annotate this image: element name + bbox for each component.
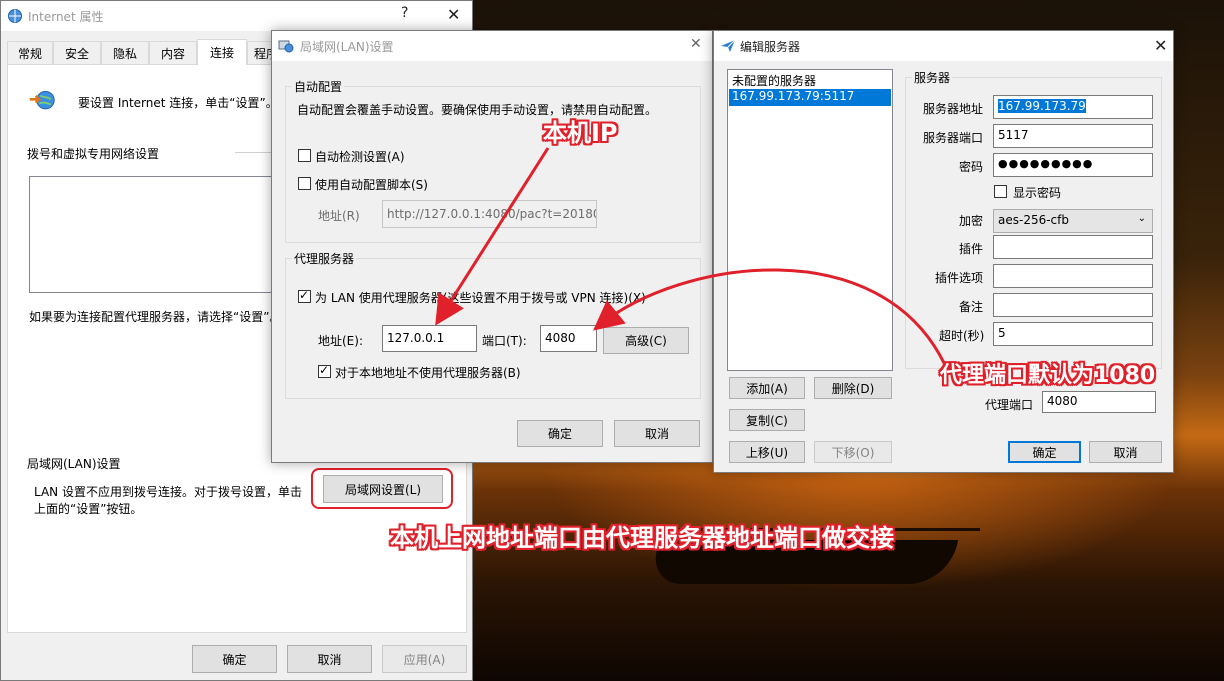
show-password-label: 显示密码	[1013, 186, 1062, 200]
cancel-button[interactable]: 取消	[1089, 441, 1162, 463]
lan-settings-window: 局域网(LAN)设置 ✕ 自动配置 自动配置会覆盖手动设置。要确保使用手动设置，…	[271, 30, 713, 463]
server-port-label: 服务器端口	[923, 131, 984, 145]
advanced-button[interactable]: 高级(C)	[603, 327, 689, 354]
use-proxy-label: 为 LAN 使用代理服务器(这些设置不用于拨号或 VPN 连接)(X)	[315, 291, 646, 305]
ok-button[interactable]: 确定	[1008, 441, 1081, 463]
titlebar[interactable]: 编辑服务器 ✕	[714, 31, 1173, 61]
window-title: 编辑服务器	[740, 40, 801, 54]
cancel-button[interactable]: 取消	[287, 645, 372, 673]
lan-header: 局域网(LAN)设置	[27, 457, 121, 471]
tab-general[interactable]: 常规	[7, 41, 53, 65]
close-button[interactable]: ✕	[690, 36, 702, 52]
script-address-label: 地址(R)	[318, 209, 360, 223]
proxy-address-input[interactable]: 127.0.0.1	[382, 325, 477, 352]
tab-content[interactable]: 内容	[149, 41, 197, 65]
network-icon	[278, 40, 294, 53]
close-button[interactable]: ✕	[447, 5, 460, 24]
server-port-input[interactable]: 5117	[993, 124, 1153, 148]
add-server-button[interactable]: 添加(A)	[729, 377, 805, 399]
bypass-local-label: 对于本地地址不使用代理服务器(B)	[335, 366, 521, 380]
window-title: 局域网(LAN)设置	[300, 40, 394, 54]
plugin-options-label: 插件选项	[935, 271, 984, 285]
titlebar[interactable]: Internet 属性 ? ✕	[1, 1, 472, 31]
proxy-port-input[interactable]: 4080	[1042, 391, 1156, 413]
server-address-label: 服务器地址	[923, 102, 984, 116]
proxy-port-label: 端口(T):	[482, 334, 527, 348]
lan-button-highlight	[311, 468, 453, 509]
tab-privacy[interactable]: 隐私	[101, 41, 149, 65]
move-down-button[interactable]: 下移(O)	[814, 441, 892, 463]
dialup-connections-list[interactable]	[29, 176, 299, 293]
timeout-input[interactable]: 5	[993, 322, 1153, 346]
encryption-value: aes-256-cfb	[998, 213, 1069, 227]
edit-servers-window: 编辑服务器 ✕ 未配置的服务器 167.99.173.79:5117 添加(A)…	[713, 30, 1174, 473]
window-title: Internet 属性	[28, 10, 104, 24]
server-address-value: 167.99.173.79	[998, 99, 1086, 113]
auto-config-title: 自动配置	[292, 78, 345, 95]
lan-description-line2: 上面的“设置”按钮。	[34, 502, 143, 516]
remarks-label: 备注	[959, 300, 984, 314]
proxy-port-input[interactable]: 4080	[540, 325, 597, 352]
move-up-button[interactable]: 上移(U)	[729, 441, 805, 463]
dialup-header: 拨号和虚拟专用网络设置	[27, 147, 160, 161]
annotation-default-port: 代理端口默认为1080	[940, 363, 1156, 388]
tab-security[interactable]: 安全	[53, 41, 101, 65]
auto-detect-label: 自动检测设置(A)	[315, 150, 405, 164]
bypass-local-checkbox[interactable]	[318, 363, 331, 378]
password-input[interactable]: ●●●●●●●●●	[993, 153, 1153, 177]
plugin-label: 插件	[959, 242, 984, 256]
server-list[interactable]: 未配置的服务器 167.99.173.79:5117	[727, 69, 893, 371]
titlebar[interactable]: 局域网(LAN)设置 ✕	[272, 31, 712, 61]
server-group-title: 服务器	[912, 69, 953, 86]
annotation-local-ip: 本机IP	[543, 119, 618, 147]
globe-setup-icon	[29, 90, 55, 110]
cancel-button[interactable]: 取消	[614, 420, 700, 447]
ok-button[interactable]: 确定	[192, 645, 277, 673]
copy-server-button[interactable]: 复制(C)	[729, 409, 805, 431]
proxy-port-label: 代理端口	[985, 398, 1034, 412]
server-address-input[interactable]: 167.99.173.79	[993, 95, 1153, 119]
lan-description-line1: LAN 设置不应用到拨号连接。对于拨号设置，单击	[34, 485, 302, 499]
plugin-input[interactable]	[993, 235, 1153, 259]
encryption-label: 加密	[959, 214, 984, 228]
setup-intro: 要设置 Internet 连接，单击“设置”。	[78, 96, 278, 110]
proxy-address-label: 地址(E):	[318, 334, 363, 348]
proxy-server-title: 代理服务器	[292, 250, 357, 267]
annotation-bridge: 本机上网地址端口由代理服务器地址端口做交接	[390, 524, 894, 552]
encryption-select[interactable]: aes-256-cfb ⌄	[993, 209, 1153, 233]
auto-script-checkbox[interactable]	[298, 177, 311, 190]
server-list-item[interactable]: 未配置的服务器	[730, 72, 890, 89]
help-button[interactable]: ?	[401, 5, 408, 21]
timeout-label: 超时(秒)	[939, 329, 985, 343]
ok-button[interactable]: 确定	[517, 420, 603, 447]
auto-detect-checkbox[interactable]	[298, 149, 311, 162]
chevron-down-icon: ⌄	[1137, 213, 1146, 224]
delete-server-button[interactable]: 删除(D)	[814, 377, 892, 399]
internet-options-icon	[8, 9, 22, 23]
auto-script-label: 使用自动配置脚本(S)	[315, 178, 428, 192]
apply-button[interactable]: 应用(A)	[382, 645, 467, 673]
password-label: 密码	[959, 160, 984, 174]
server-list-item-selected[interactable]: 167.99.173.79:5117	[729, 89, 891, 106]
tab-connections[interactable]: 连接	[197, 39, 247, 66]
proxy-hint: 如果要为连接配置代理服务器，请选择“设置”。	[29, 310, 282, 324]
close-button[interactable]: ✕	[1154, 36, 1167, 55]
paper-plane-icon	[721, 39, 736, 52]
script-address-input[interactable]: http://127.0.0.1:4080/pac?t=2018042	[382, 200, 597, 228]
use-proxy-checkbox[interactable]	[298, 288, 311, 303]
plugin-options-input[interactable]	[993, 264, 1153, 288]
remarks-input[interactable]	[993, 293, 1153, 317]
show-password-checkbox[interactable]	[994, 185, 1007, 198]
